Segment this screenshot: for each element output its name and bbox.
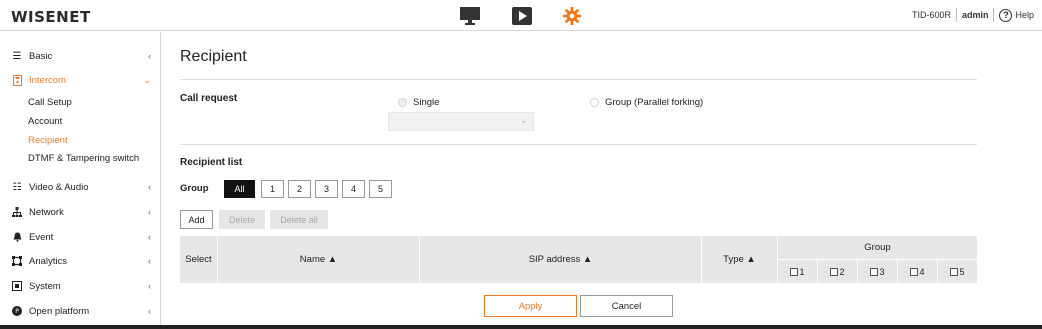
group-3-button[interactable]: 3 [315,180,338,198]
sidebar-item-basic[interactable]: ☰ Basic ‹ [0,46,160,66]
sidebar-subitem-dtmf[interactable]: DTMF & Tampering switch [28,153,139,164]
chevron-left-icon: ‹ [148,51,151,61]
sidebar-item-analytics[interactable]: Analytics ‹ [0,251,160,271]
sidebar-item-label: Analytics [29,255,68,267]
group-2-checkbox[interactable]: 2 [818,260,858,283]
checkbox[interactable] [790,267,799,276]
checkbox[interactable] [870,267,879,276]
main-panel: Recipient Call request Single Group (Par… [162,32,1042,329]
svg-text:P: P [15,308,19,315]
sidebar-item-label: Intercom [29,74,66,86]
group-4-button[interactable]: 4 [342,180,365,198]
radio-single-label: Single [413,97,440,108]
group-2-button[interactable]: 2 [288,180,311,198]
delete-button[interactable]: Delete [219,210,265,229]
chevron-down-icon: ⌄ [520,116,527,125]
sidebar-item-open-platform[interactable]: P Open platform ‹ [0,301,160,321]
sidebar: ☰ Basic ‹ Intercom ⌄ Call Setup Account … [0,32,161,329]
checkbox-label: 2 [839,266,845,277]
group-1-button[interactable]: 1 [261,180,284,198]
recipient-table-header: Select Name ▲ SIP address ▲ Type ▲ Group… [180,236,977,283]
col-type-sort[interactable]: Type ▲ [702,236,778,283]
user-name[interactable]: admin [962,10,989,20]
divider [180,79,977,80]
wisenet-logo: WISENET [11,8,91,26]
analytics-icon [11,256,23,266]
chevron-down-icon: ⌄ [143,74,151,85]
page-title: Recipient [180,48,247,65]
chevron-left-icon: ‹ [148,306,151,316]
play-icon[interactable] [512,7,532,25]
group-4-checkbox[interactable]: 4 [898,260,938,283]
sidebar-item-label: Video & Audio [29,181,89,193]
checkbox[interactable] [910,267,919,276]
top-bar: WISENET TID-600R admin ? Help [0,0,1042,31]
group-5-button[interactable]: 5 [369,180,392,198]
call-request-select: ⌄ [388,112,534,131]
intercom-icon [11,74,23,86]
col-select: Select [180,236,218,283]
help-icon[interactable]: ? [999,8,1013,22]
divider [993,8,995,22]
sidebar-item-label: Basic [29,50,53,62]
radio-dot [590,98,599,107]
user-area: TID-600R admin ? Help [912,8,1034,22]
group-3-checkbox[interactable]: 3 [858,260,898,283]
chevron-left-icon: ‹ [148,281,151,291]
sidebar-subitem-call-setup[interactable]: Call Setup [28,97,72,108]
checkbox[interactable] [950,267,959,276]
sidebar-subitem-account[interactable]: Account [28,116,62,127]
help-link[interactable]: Help [1015,10,1034,20]
delete-all-button[interactable]: Delete all [270,210,328,229]
sidebar-item-label: System [29,280,61,292]
list-icon: ☰ [12,50,22,62]
checkbox[interactable] [830,267,839,276]
checkbox-label: 4 [919,266,925,277]
col-name-sort[interactable]: Name ▲ [218,236,420,283]
col-group: Group [778,236,977,260]
checkbox-label: 3 [879,266,885,277]
group-1-checkbox[interactable]: 1 [778,260,818,283]
radio-single[interactable]: Single [398,97,439,108]
radio-group-parallel[interactable]: Group (Parallel forking) [590,97,703,108]
sidebar-item-video-audio[interactable]: ☷ Video & Audio ‹ [0,177,160,197]
sidebar-item-event[interactable]: Event ‹ [0,227,160,247]
add-button[interactable]: Add [180,210,213,229]
chevron-left-icon: ‹ [148,207,151,217]
chevron-left-icon: ‹ [148,232,151,242]
sidebar-item-network[interactable]: Network ‹ [0,202,160,222]
cancel-button[interactable]: Cancel [580,295,673,317]
sliders-icon: ☷ [12,181,22,193]
radio-dot [398,98,407,107]
monitor-icon[interactable] [460,7,480,25]
sidebar-item-label: Event [29,231,54,243]
col-sip-address-sort[interactable]: SIP address ▲ [420,236,702,283]
sidebar-item-intercom[interactable]: Intercom ⌄ [0,70,160,90]
radio-group-label: Group (Parallel forking) [605,97,704,108]
bottom-border [0,325,1042,329]
bell-icon [11,232,23,242]
network-icon [11,207,23,217]
recipient-list-label: Recipient list [180,157,243,168]
sidebar-subitem-recipient[interactable]: Recipient [28,135,68,146]
system-icon [11,281,23,291]
divider [180,144,977,145]
apply-button[interactable]: Apply [484,295,577,317]
group-all-button[interactable]: All [224,180,255,198]
sidebar-item-label: Open platform [29,305,90,317]
divider [955,8,957,22]
platform-icon: P [11,306,23,316]
group-5-checkbox[interactable]: 5 [938,260,977,283]
checkbox-label: 1 [799,266,805,277]
gear-icon[interactable] [562,7,582,25]
group-label: Group [180,183,209,194]
sidebar-item-label: Network [29,206,64,218]
device-name: TID-600R [911,10,951,20]
sidebar-item-system[interactable]: System ‹ [0,276,160,296]
chevron-left-icon: ‹ [148,182,151,192]
chevron-left-icon: ‹ [148,256,151,266]
checkbox-label: 5 [959,266,965,277]
call-request-label: Call request [180,93,238,104]
